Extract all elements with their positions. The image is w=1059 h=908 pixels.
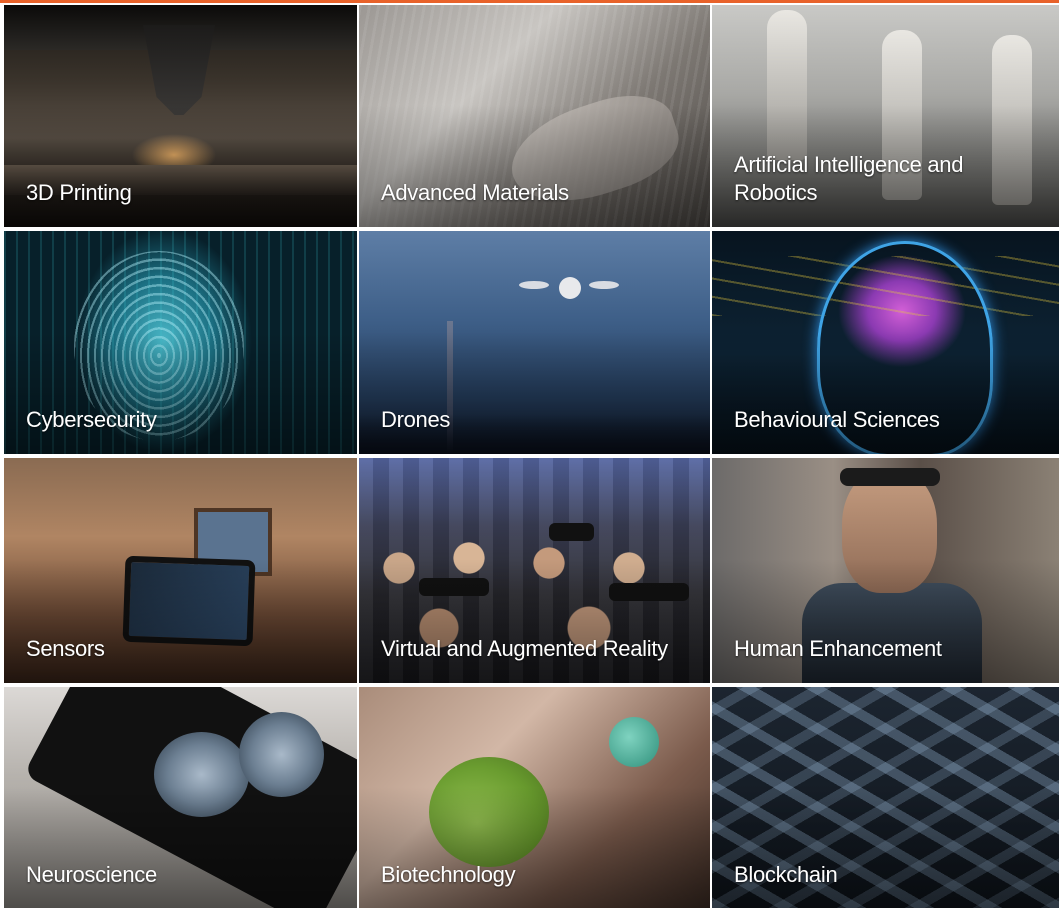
- tile-cybersecurity[interactable]: Cybersecurity: [4, 231, 357, 454]
- tile-neuroscience[interactable]: Neuroscience: [4, 687, 357, 908]
- technology-grid: 3D Printing Advanced Materials Artificia…: [4, 5, 1059, 908]
- tile-biotechnology[interactable]: Biotechnology: [359, 687, 710, 908]
- tile-sensors[interactable]: Sensors: [4, 458, 357, 683]
- tile-label: Artificial Intelligence and Robotics: [734, 152, 964, 205]
- tile-label: Drones: [381, 407, 451, 432]
- tile-label: Virtual and Augmented Reality: [381, 636, 668, 661]
- tile-drones[interactable]: Drones: [359, 231, 710, 454]
- tile-label: Cybersecurity: [26, 407, 157, 432]
- tile-label: Behavioural Sciences: [734, 407, 940, 432]
- tile-human-enhancement[interactable]: Human Enhancement: [712, 458, 1059, 683]
- tile-label: Human Enhancement: [734, 636, 942, 661]
- tile-label: Neuroscience: [26, 862, 157, 887]
- tile-blockchain[interactable]: Blockchain: [712, 687, 1059, 908]
- tile-3d-printing[interactable]: 3D Printing: [4, 5, 357, 227]
- tile-label: Sensors: [26, 636, 105, 661]
- tile-label: 3D Printing: [26, 180, 132, 205]
- tile-label: Biotechnology: [381, 862, 516, 887]
- tile-label: Advanced Materials: [381, 180, 569, 205]
- top-accent-bar: [0, 0, 1059, 3]
- tile-virtual-augmented-reality[interactable]: Virtual and Augmented Reality: [359, 458, 710, 683]
- page: 3D Printing Advanced Materials Artificia…: [0, 0, 1059, 908]
- tile-behavioural-sciences[interactable]: Behavioural Sciences: [712, 231, 1059, 454]
- tile-ai-robotics[interactable]: Artificial Intelligence and Robotics: [712, 5, 1059, 227]
- tile-label: Blockchain: [734, 862, 838, 887]
- tile-advanced-materials[interactable]: Advanced Materials: [359, 5, 710, 227]
